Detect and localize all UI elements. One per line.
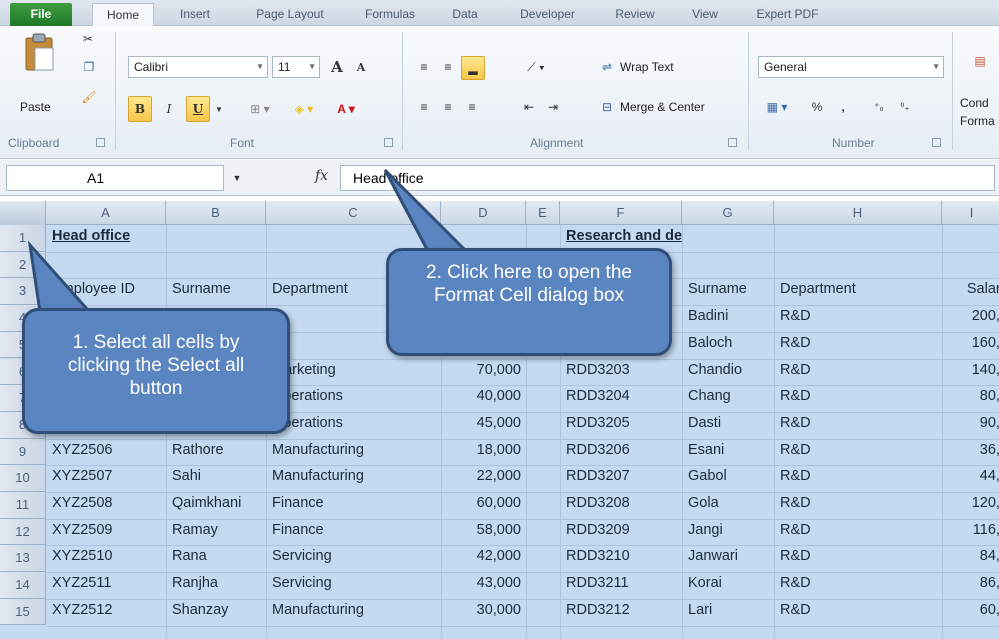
callout-format-cells: 2. Click here to open the Format Cell di… (386, 248, 672, 356)
callout-2-pointer (383, 168, 474, 257)
callout-select-all: 1. Select all cells by clicking the Sele… (22, 308, 290, 434)
